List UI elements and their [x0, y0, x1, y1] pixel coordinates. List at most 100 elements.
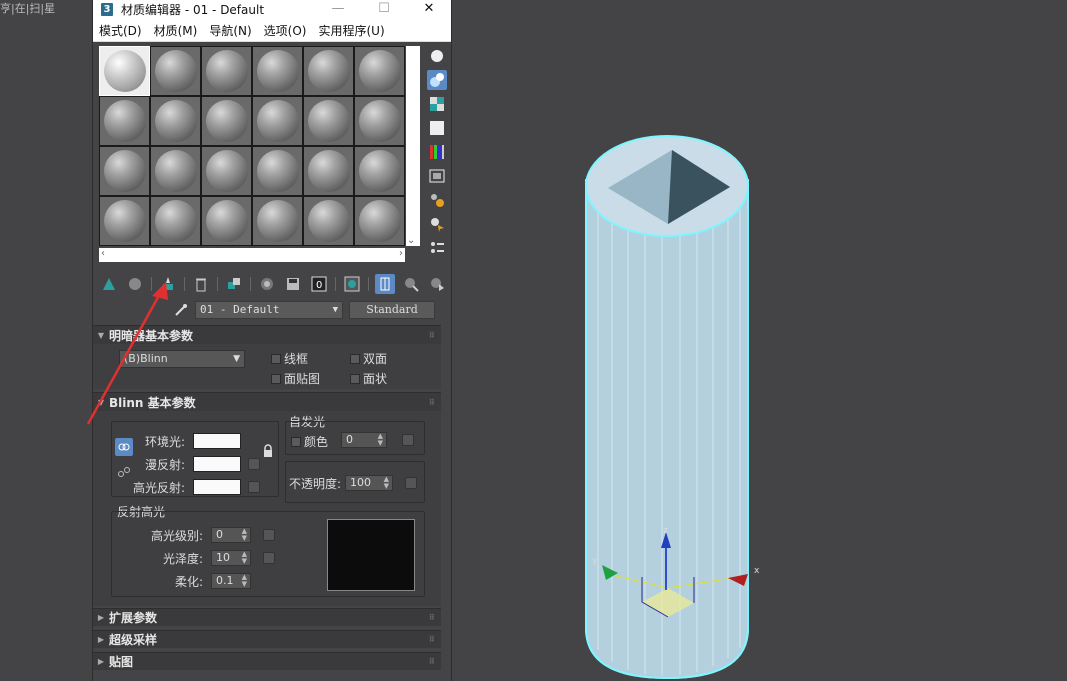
sample-uv-tiling-icon[interactable] [427, 118, 447, 138]
sample-slot[interactable] [99, 196, 150, 246]
options-icon[interactable] [427, 190, 447, 210]
sample-slot[interactable] [354, 146, 405, 196]
title-bar[interactable]: 3 材质编辑器 - 01 - Default — ☐ ✕ [93, 0, 451, 19]
maps-rollout[interactable]: ▶ 贴图 ⠿ [93, 652, 441, 670]
checkbox-box[interactable] [291, 436, 301, 447]
scroll-left-arrow-icon[interactable]: ‹ [101, 248, 105, 259]
specular-level-map-button[interactable] [263, 529, 275, 541]
checkbox-box[interactable] [271, 353, 281, 364]
horizontal-scrollbar[interactable]: ‹ › [99, 248, 405, 262]
material-type-button[interactable]: Standard [349, 301, 435, 319]
select-by-material-icon[interactable] [427, 214, 447, 234]
maximize-button[interactable]: ☐ [361, 0, 407, 19]
material-id-icon[interactable]: 0 [309, 274, 329, 294]
menu-options[interactable]: 选项(O) [258, 22, 313, 39]
save-icon[interactable] [283, 274, 303, 294]
diffuse-map-button[interactable] [248, 458, 260, 470]
two-sided-checkbox[interactable]: 双面 [350, 350, 387, 367]
scroll-down-arrow-icon[interactable]: ⌄ [407, 235, 415, 246]
get-material-icon[interactable] [99, 274, 119, 294]
sample-slot[interactable] [201, 46, 252, 96]
sample-slot[interactable] [252, 146, 303, 196]
glossiness-map-button[interactable] [263, 552, 275, 564]
material-navigator-icon[interactable] [427, 238, 447, 258]
specular-color-swatch[interactable] [193, 479, 241, 495]
spinner-arrows-icon[interactable]: ▲ ▼ [384, 476, 389, 490]
sample-slot[interactable] [303, 96, 354, 146]
sample-slot[interactable] [252, 96, 303, 146]
sample-slot[interactable] [150, 96, 201, 146]
go-to-parent-icon[interactable] [401, 274, 421, 294]
sample-slot[interactable] [99, 46, 150, 96]
spinner-arrows-icon[interactable]: ▲ ▼ [242, 551, 247, 565]
wire-checkbox[interactable]: 线框 [271, 350, 308, 367]
minimize-button[interactable]: — [315, 0, 361, 19]
sphere-icon[interactable] [427, 46, 447, 66]
specular-map-button[interactable] [248, 481, 260, 493]
sample-slot[interactable] [354, 96, 405, 146]
sample-slot[interactable] [150, 196, 201, 246]
sphere-preview [155, 150, 197, 192]
go-forward-sibling-icon[interactable] [427, 274, 447, 294]
opacity-map-button[interactable] [405, 477, 417, 489]
put-to-scene-icon[interactable] [125, 274, 145, 294]
sample-slot[interactable] [201, 96, 252, 146]
make-preview-icon[interactable] [427, 166, 447, 186]
menu-material[interactable]: 材质(M) [148, 22, 204, 39]
glossiness-spinner[interactable]: 10 ▲ ▼ [211, 550, 251, 566]
ambient-color-swatch[interactable] [193, 433, 241, 449]
menu-mode[interactable]: 模式(D) [93, 22, 148, 39]
sample-slot[interactable] [303, 196, 354, 246]
vertical-scrollbar[interactable]: ⌄ [406, 46, 420, 246]
scroll-right-arrow-icon[interactable]: › [399, 248, 403, 259]
lock-icon[interactable] [261, 443, 275, 459]
make-unique-icon[interactable] [224, 274, 244, 294]
extended-params-rollout[interactable]: ▶ 扩展参数 ⠿ [93, 608, 441, 626]
opacity-spinner[interactable]: 100 ▲ ▼ [345, 475, 393, 491]
sample-slot[interactable] [201, 196, 252, 246]
self-illum-map-button[interactable] [402, 434, 414, 446]
spinner-arrows-icon[interactable]: ▲ ▼ [378, 433, 383, 447]
supersampling-rollout[interactable]: ▶ 超级采样 ⠿ [93, 630, 441, 648]
sample-slot[interactable] [303, 46, 354, 96]
close-button[interactable]: ✕ [406, 0, 452, 19]
show-shaded-icon[interactable] [342, 274, 362, 294]
rollout-header[interactable]: ▼ 明暗器基本参数 ⠿ [93, 326, 441, 344]
assign-to-selection-icon[interactable] [158, 274, 178, 294]
eyedropper-icon[interactable] [171, 300, 191, 320]
shader-type-dropdown[interactable]: (B)Blinn ▼ [119, 350, 245, 368]
spinner-arrows-icon[interactable]: ▲ ▼ [242, 574, 247, 588]
menu-navigation[interactable]: 导航(N) [203, 22, 257, 39]
checker-background-icon[interactable] [427, 94, 447, 114]
spinner-arrows-icon[interactable]: ▲ ▼ [242, 528, 247, 542]
rollout-header[interactable]: ▼ Blinn 基本参数 ⠿ [93, 393, 441, 411]
sample-slot[interactable] [150, 46, 201, 96]
material-name-dropdown[interactable]: 01 - Default ▼ [195, 301, 343, 319]
show-end-result-icon[interactable] [375, 274, 395, 294]
faceted-checkbox[interactable]: 面状 [350, 370, 387, 387]
specular-level-spinner[interactable]: 0 ▲ ▼ [211, 527, 251, 543]
self-illum-color-checkbox[interactable]: 颜色 [291, 433, 328, 450]
checkbox-box[interactable] [350, 353, 360, 364]
video-color-check-icon[interactable] [427, 142, 447, 162]
sample-slot[interactable] [201, 146, 252, 196]
backlight-icon[interactable] [427, 70, 447, 90]
diffuse-color-swatch[interactable] [193, 456, 241, 472]
checkbox-box[interactable] [350, 373, 360, 384]
delete-icon[interactable] [191, 274, 211, 294]
sample-slot[interactable] [354, 46, 405, 96]
menu-utilities[interactable]: 实用程序(U) [312, 22, 390, 39]
face-map-checkbox[interactable]: 面贴图 [271, 370, 320, 387]
checkbox-box[interactable] [271, 373, 281, 384]
sample-slot[interactable] [99, 146, 150, 196]
sample-slot[interactable] [252, 196, 303, 246]
sample-slot[interactable] [99, 96, 150, 146]
sample-slot[interactable] [354, 196, 405, 246]
svg-text:0: 0 [316, 280, 322, 291]
put-to-library-icon[interactable] [257, 274, 277, 294]
sample-slot[interactable] [303, 146, 354, 196]
soften-spinner[interactable]: 0.1 ▲ ▼ [211, 573, 251, 589]
sample-slot[interactable] [150, 146, 201, 196]
sample-slot[interactable] [252, 46, 303, 96]
self-illum-spinner[interactable]: 0 ▲ ▼ [341, 432, 387, 448]
